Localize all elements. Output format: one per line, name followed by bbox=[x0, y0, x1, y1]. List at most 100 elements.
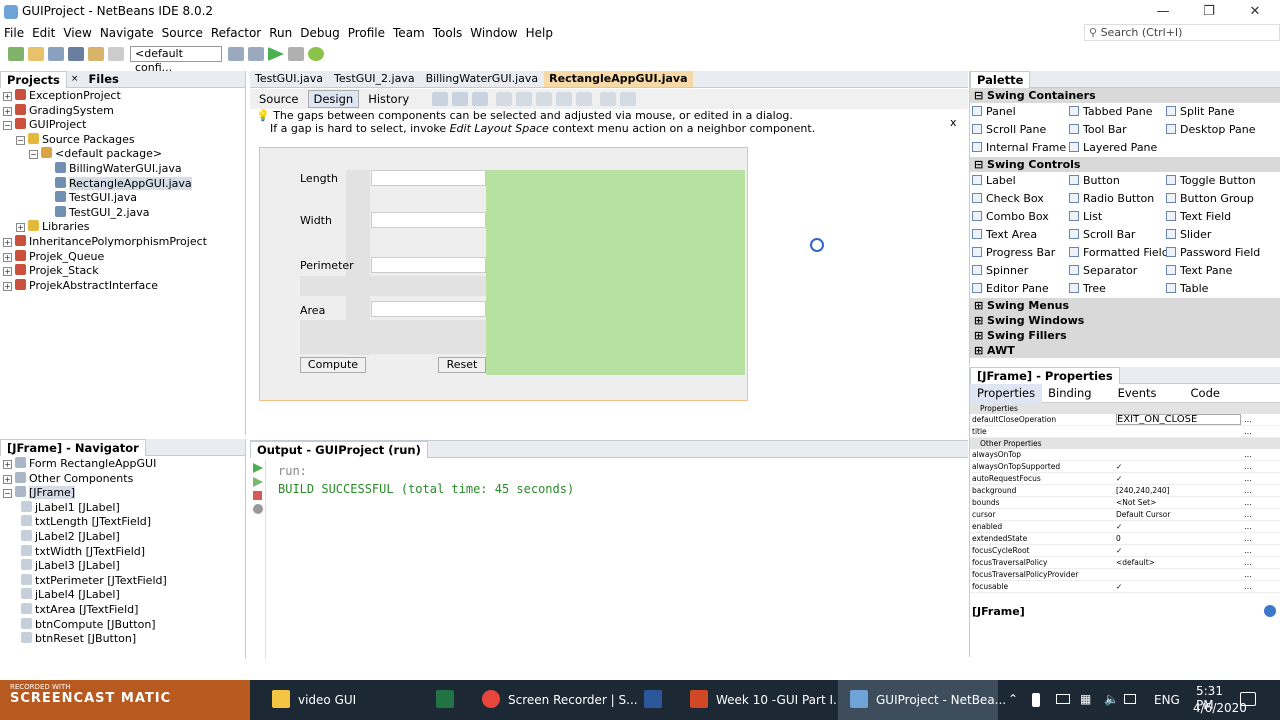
expand-icon[interactable]: + bbox=[3, 474, 12, 484]
navigator-item[interactable]: jLabel1 [JLabel] bbox=[3, 500, 242, 516]
tree-item[interactable]: − GUIProject bbox=[3, 118, 242, 133]
ellipsis-button[interactable]: ... bbox=[1241, 545, 1255, 556]
new-project-icon[interactable] bbox=[8, 47, 24, 61]
category-swing-controls[interactable]: ⊟ Swing Controls bbox=[970, 157, 1280, 172]
area-field[interactable] bbox=[371, 301, 486, 317]
battery-icon[interactable] bbox=[1056, 694, 1070, 704]
hint-close-button[interactable]: x bbox=[950, 116, 957, 130]
expand-icon[interactable]: + bbox=[3, 252, 12, 262]
property-row[interactable]: alwaysOnTop... bbox=[970, 449, 1280, 461]
property-value[interactable]: ✓ bbox=[1116, 461, 1241, 472]
expand-icon[interactable]: + bbox=[3, 106, 12, 116]
close-icon[interactable]: × bbox=[71, 74, 79, 84]
build-icon[interactable] bbox=[228, 47, 244, 61]
menu-tools[interactable]: Tools bbox=[429, 24, 467, 43]
property-row[interactable]: focusTraversalPolicyProvider... bbox=[970, 569, 1280, 581]
palette-item[interactable]: Slider bbox=[1166, 226, 1263, 244]
close-button[interactable]: ✕ bbox=[1232, 0, 1278, 24]
tab-files[interactable]: Files bbox=[82, 71, 124, 88]
tree-item[interactable]: + Projek_Stack bbox=[3, 264, 242, 279]
resize-vertical-icon[interactable] bbox=[620, 92, 637, 106]
property-value[interactable]: EXIT_ON_CLOSE bbox=[1116, 414, 1241, 425]
keyboard-icon[interactable] bbox=[1124, 694, 1136, 704]
property-row[interactable]: bounds <Not Set>... bbox=[970, 497, 1280, 509]
navigator-item[interactable]: jLabel4 [JLabel] bbox=[3, 588, 242, 603]
palette-title[interactable]: Palette bbox=[970, 70, 1031, 88]
taskbar-video-gui[interactable]: video GUI bbox=[272, 680, 356, 720]
run-icon[interactable] bbox=[268, 47, 284, 61]
property-value[interactable]: ✓ bbox=[1116, 545, 1241, 556]
palette-item[interactable]: Internal Frame bbox=[972, 139, 1069, 157]
chevron-up-icon[interactable]: ⌃ bbox=[1008, 692, 1018, 706]
menu-run[interactable]: Run bbox=[265, 24, 296, 43]
tab-billingwater[interactable]: BillingWaterGUI.java bbox=[421, 71, 544, 87]
help-icon[interactable] bbox=[1264, 605, 1276, 617]
palette-item[interactable]: Editor Pane bbox=[972, 280, 1069, 298]
expand-icon[interactable]: + bbox=[3, 281, 12, 291]
menu-source[interactable]: Source bbox=[158, 24, 207, 43]
stop-icon[interactable] bbox=[253, 491, 262, 500]
palette-item[interactable]: Password Field bbox=[1166, 244, 1263, 262]
navigator-title[interactable]: [JFrame] - Navigator bbox=[0, 438, 146, 456]
navigator-item[interactable]: btnReset [JButton] bbox=[3, 632, 242, 647]
tree-item[interactable]: − <default package> bbox=[3, 147, 242, 162]
undo-icon[interactable] bbox=[88, 47, 104, 61]
restore-button[interactable]: ❐ bbox=[1186, 0, 1232, 24]
network-icon[interactable]: ▦ bbox=[1080, 692, 1091, 706]
tab-testgui2[interactable]: TestGUI_2.java bbox=[329, 71, 420, 87]
palette-item[interactable]: Button Group bbox=[1166, 190, 1263, 208]
collapsed-category[interactable]: ⊞ Swing Menus bbox=[970, 298, 1280, 313]
property-value[interactable]: [240,240,240] bbox=[1116, 485, 1241, 496]
palette-item[interactable]: Table bbox=[1166, 280, 1263, 298]
navigator-item[interactable]: jLabel3 [JLabel] bbox=[3, 559, 242, 574]
ellipsis-button[interactable]: ... bbox=[1241, 461, 1255, 472]
property-row[interactable]: cursor Default Cursor... bbox=[970, 509, 1280, 521]
navigator-item[interactable]: + Other Components bbox=[3, 471, 242, 487]
tree-item[interactable]: BillingWaterGUI.java bbox=[3, 161, 242, 177]
length-field[interactable] bbox=[371, 170, 486, 186]
palette-item[interactable]: Label bbox=[972, 172, 1069, 190]
design-view-button[interactable]: Design bbox=[307, 90, 360, 108]
palette-item[interactable]: Tree bbox=[1069, 280, 1166, 298]
connection-mode-icon[interactable] bbox=[452, 92, 469, 106]
profile-icon[interactable] bbox=[308, 47, 324, 61]
palette-item[interactable]: Spinner bbox=[972, 262, 1069, 280]
property-value[interactable]: ✓ bbox=[1116, 581, 1241, 592]
menu-navigate[interactable]: Navigate bbox=[96, 24, 158, 43]
palette-item[interactable]: Scroll Bar bbox=[1069, 226, 1166, 244]
tree-item[interactable]: + Projek_Queue bbox=[3, 249, 242, 265]
perimeter-field[interactable] bbox=[371, 257, 486, 273]
rerun-options-icon[interactable] bbox=[253, 477, 263, 487]
palette-item[interactable]: Tabbed Pane bbox=[1069, 103, 1166, 121]
property-row[interactable]: title... bbox=[970, 426, 1280, 438]
palette-item[interactable]: Text Area bbox=[972, 226, 1069, 244]
property-value[interactable]: 0 bbox=[1116, 533, 1241, 544]
menu-edit[interactable]: Edit bbox=[28, 24, 59, 43]
navigator-item[interactable]: btnCompute [JButton] bbox=[3, 617, 242, 633]
expand-icon[interactable]: + bbox=[3, 92, 12, 101]
navigator-item[interactable]: − [JFrame] bbox=[3, 486, 242, 501]
ellipsis-button[interactable]: ... bbox=[1241, 485, 1255, 496]
taskbar-powerpoint[interactable]: Week 10 -GUI Part I... bbox=[690, 680, 844, 720]
property-row[interactable]: extendedState 0... bbox=[970, 533, 1280, 545]
menu-view[interactable]: View bbox=[59, 24, 95, 43]
align-top-icon[interactable] bbox=[556, 92, 573, 106]
property-value[interactable] bbox=[1116, 426, 1241, 437]
property-value[interactable]: <Not Set> bbox=[1116, 497, 1241, 508]
config-select[interactable]: <default confi... bbox=[130, 46, 222, 74]
navigator-item[interactable]: + Form RectangleAppGUI bbox=[3, 457, 242, 472]
output-tab[interactable]: Output - GUIProject (run) bbox=[250, 440, 428, 458]
collapsed-category[interactable]: ⊞ AWT bbox=[970, 343, 1280, 358]
palette-item[interactable]: Tool Bar bbox=[1069, 121, 1166, 139]
category-swing-containers[interactable]: ⊟ Swing Containers bbox=[970, 88, 1280, 103]
tab-testgui[interactable]: TestGUI.java bbox=[250, 71, 328, 87]
property-row[interactable]: defaultCloseOperation EXIT_ON_CLOSE... bbox=[970, 414, 1280, 426]
usb-icon[interactable] bbox=[1032, 693, 1040, 707]
palette-item[interactable]: Radio Button bbox=[1069, 190, 1166, 208]
property-value[interactable]: ✓ bbox=[1116, 521, 1241, 532]
tab-properties[interactable]: Properties bbox=[970, 383, 1043, 403]
tree-item[interactable]: + Libraries bbox=[3, 220, 242, 235]
taskbar-word[interactable] bbox=[644, 680, 670, 720]
tree-item[interactable]: + InheritancePolymorphismProject bbox=[3, 234, 242, 250]
palette-item[interactable]: Text Field bbox=[1166, 208, 1263, 226]
